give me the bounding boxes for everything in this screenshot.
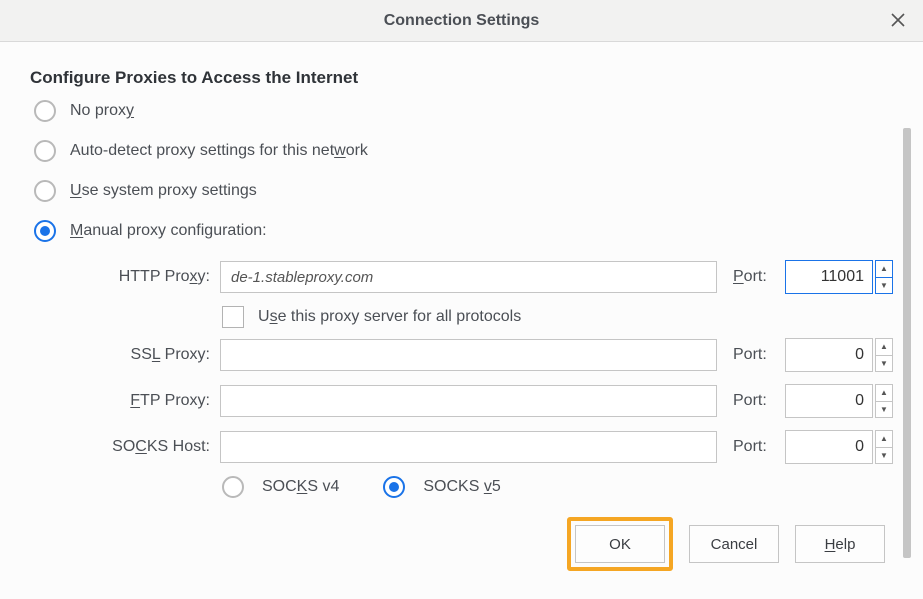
ftp-proxy-label: FTP Proxy: bbox=[90, 392, 210, 410]
socks-port-wrap: ▲ ▼ bbox=[785, 430, 893, 464]
close-icon[interactable] bbox=[887, 9, 909, 31]
help-button[interactable]: Help bbox=[795, 525, 885, 563]
mode-label: Auto-detect proxy settings for this netw… bbox=[70, 142, 368, 160]
http-proxy-label: HTTP Proxy: bbox=[90, 268, 210, 286]
socks-port-input[interactable] bbox=[785, 430, 873, 464]
mode-auto-detect[interactable]: Auto-detect proxy settings for this netw… bbox=[34, 140, 893, 162]
ftp-proxy-input[interactable] bbox=[220, 385, 717, 417]
chevron-down-icon[interactable]: ▼ bbox=[875, 448, 893, 465]
http-port-input[interactable] bbox=[785, 260, 873, 294]
scrollbar[interactable] bbox=[903, 128, 911, 558]
port-stepper[interactable]: ▲ ▼ bbox=[875, 338, 893, 372]
use-for-all-label: Use this proxy server for all protocols bbox=[258, 308, 521, 326]
cancel-button[interactable]: Cancel bbox=[689, 525, 779, 563]
radio-icon[interactable] bbox=[34, 180, 56, 202]
chevron-down-icon[interactable]: ▼ bbox=[875, 278, 893, 295]
window-title: Connection Settings bbox=[384, 12, 540, 30]
ok-button[interactable]: OK bbox=[575, 525, 665, 563]
proxy-form: HTTP Proxy: Port: ▲ ▼ Use this proxy ser… bbox=[90, 260, 893, 498]
socks-v4-label: SOCKS v4 bbox=[262, 478, 339, 496]
ftp-port-label: Port: bbox=[733, 392, 775, 410]
socks-v4-radio[interactable] bbox=[222, 476, 244, 498]
ssl-proxy-input[interactable] bbox=[220, 339, 717, 371]
content-area: Configure Proxies to Access the Internet… bbox=[0, 42, 923, 599]
socks-version-row: SOCKS v4 SOCKS v5 bbox=[222, 476, 893, 498]
http-port-wrap: ▲ ▼ bbox=[785, 260, 893, 294]
dialog-buttons: OK Cancel Help bbox=[567, 517, 885, 571]
chevron-up-icon[interactable]: ▲ bbox=[875, 260, 893, 278]
ssl-port-wrap: ▲ ▼ bbox=[785, 338, 893, 372]
socks-v5-radio[interactable] bbox=[383, 476, 405, 498]
chevron-up-icon[interactable]: ▲ bbox=[875, 338, 893, 356]
http-proxy-row: HTTP Proxy: Port: ▲ ▼ bbox=[90, 260, 893, 294]
http-proxy-input[interactable] bbox=[220, 261, 717, 293]
chevron-down-icon[interactable]: ▼ bbox=[875, 356, 893, 373]
socks-port-label: Port: bbox=[733, 438, 775, 456]
socks-host-label: SOCKS Host: bbox=[90, 438, 210, 456]
port-stepper[interactable]: ▲ ▼ bbox=[875, 384, 893, 418]
ok-highlight: OK bbox=[567, 517, 673, 571]
section-heading: Configure Proxies to Access the Internet bbox=[30, 68, 893, 88]
ssl-proxy-label: SSL Proxy: bbox=[90, 346, 210, 364]
mode-manual-proxy[interactable]: Manual proxy configuration: bbox=[34, 220, 893, 242]
mode-label: No proxy bbox=[70, 102, 134, 120]
port-stepper[interactable]: ▲ ▼ bbox=[875, 260, 893, 294]
use-for-all-row[interactable]: Use this proxy server for all protocols bbox=[222, 306, 893, 328]
ftp-proxy-row: FTP Proxy: Port: ▲ ▼ bbox=[90, 384, 893, 418]
chevron-up-icon[interactable]: ▲ bbox=[875, 384, 893, 402]
chevron-down-icon[interactable]: ▼ bbox=[875, 402, 893, 419]
http-port-label: Port: bbox=[733, 268, 775, 286]
ftp-port-wrap: ▲ ▼ bbox=[785, 384, 893, 418]
title-bar: Connection Settings bbox=[0, 0, 923, 42]
ssl-port-label: Port: bbox=[733, 346, 775, 364]
socks-host-row: SOCKS Host: Port: ▲ ▼ bbox=[90, 430, 893, 464]
mode-label: Manual proxy configuration: bbox=[70, 222, 267, 240]
socks-host-input[interactable] bbox=[220, 431, 717, 463]
mode-label: Use system proxy settings bbox=[70, 182, 257, 200]
radio-icon[interactable] bbox=[34, 220, 56, 242]
socks-v5-label: SOCKS v5 bbox=[423, 478, 500, 496]
radio-icon[interactable] bbox=[34, 140, 56, 162]
port-stepper[interactable]: ▲ ▼ bbox=[875, 430, 893, 464]
ssl-port-input[interactable] bbox=[785, 338, 873, 372]
ssl-proxy-row: SSL Proxy: Port: ▲ ▼ bbox=[90, 338, 893, 372]
ftp-port-input[interactable] bbox=[785, 384, 873, 418]
checkbox-icon[interactable] bbox=[222, 306, 244, 328]
radio-icon[interactable] bbox=[34, 100, 56, 122]
mode-no-proxy[interactable]: No proxy bbox=[34, 100, 893, 122]
mode-system-proxy[interactable]: Use system proxy settings bbox=[34, 180, 893, 202]
chevron-up-icon[interactable]: ▲ bbox=[875, 430, 893, 448]
